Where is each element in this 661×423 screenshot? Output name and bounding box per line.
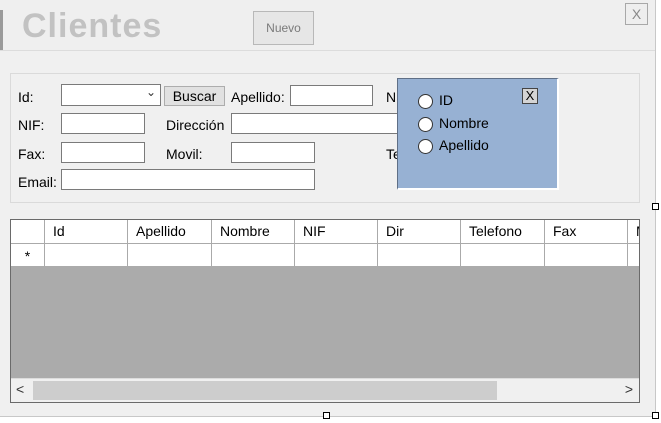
scroll-right-icon[interactable]: > (625, 381, 633, 397)
cell[interactable] (128, 244, 212, 266)
direccion-input[interactable] (231, 113, 399, 134)
column-header-nombre[interactable]: Nombre (212, 220, 295, 243)
resize-handle-corner[interactable] (652, 412, 659, 419)
radio-button-icon[interactable] (418, 93, 433, 109)
search-options-popup: X ID Nombre Apellido (397, 78, 559, 190)
nif-label: NIF: (18, 117, 45, 133)
close-button[interactable]: X (625, 3, 648, 25)
radio-option-apellido[interactable]: Apellido (418, 137, 489, 155)
new-row[interactable]: * (11, 244, 639, 266)
column-header-id[interactable]: Id (45, 220, 128, 243)
page-title: Clientes (22, 7, 163, 45)
id-label: Id: (18, 89, 34, 105)
radio-label: Nombre (439, 115, 489, 131)
radio-option-nombre[interactable]: Nombre (418, 115, 489, 133)
column-header-apellido[interactable]: Apellido (128, 220, 212, 243)
apellido-label: Apellido: (231, 89, 285, 105)
column-header-dir[interactable]: Dir (378, 220, 461, 243)
radio-button-icon[interactable] (418, 138, 433, 154)
cell[interactable] (628, 244, 639, 266)
apellido-input[interactable] (290, 85, 373, 106)
email-label: Email: (18, 174, 57, 190)
scrollbar-thumb[interactable] (33, 381, 497, 400)
radio-button-icon[interactable] (418, 116, 433, 132)
column-header-telefono[interactable]: Telefono (461, 220, 545, 243)
radio-label: Apellido (439, 137, 489, 153)
clientes-grid[interactable]: Id Apellido Nombre NIF Dir Telefono Fax … (10, 219, 640, 403)
resize-handle-right[interactable] (652, 203, 659, 210)
nombre-label: N (386, 89, 397, 105)
column-header-m[interactable]: M (628, 220, 639, 243)
header-bar: Clientes Nuevo X (0, 0, 655, 51)
header-accent (0, 10, 3, 50)
row-header-corner[interactable] (11, 220, 45, 243)
cell[interactable] (461, 244, 545, 266)
cell[interactable] (212, 244, 295, 266)
radio-option-id[interactable]: ID (418, 92, 453, 110)
popup-close-button[interactable]: X (522, 88, 538, 104)
cell[interactable] (378, 244, 461, 266)
cell[interactable] (295, 244, 378, 266)
direccion-label: Dirección (166, 117, 225, 133)
grid-header-row: Id Apellido Nombre NIF Dir Telefono Fax … (11, 220, 639, 244)
buscar-button[interactable]: Buscar (164, 86, 225, 106)
clientes-form: Clientes Nuevo X Id: ⌄ Buscar Apellido: … (0, 0, 656, 417)
movil-label: Movil: (166, 146, 203, 162)
cell[interactable] (545, 244, 628, 266)
nif-input[interactable] (61, 113, 145, 134)
movil-input[interactable] (231, 142, 315, 163)
cell[interactable] (45, 244, 128, 266)
horizontal-scrollbar[interactable]: < > (11, 378, 639, 402)
id-combobox[interactable]: ⌄ (61, 84, 161, 106)
scroll-left-icon[interactable]: < (16, 381, 24, 397)
column-header-fax[interactable]: Fax (545, 220, 628, 243)
fax-input[interactable] (61, 142, 145, 163)
chevron-down-icon[interactable]: ⌄ (146, 85, 156, 99)
email-input[interactable] (61, 169, 315, 190)
radio-label: ID (439, 92, 453, 108)
resize-handle-bottom[interactable] (323, 412, 330, 419)
nuevo-button[interactable]: Nuevo (253, 11, 314, 45)
fax-label: Fax: (18, 146, 46, 162)
column-header-nif[interactable]: NIF (295, 220, 378, 243)
new-row-marker[interactable]: * (11, 244, 45, 266)
